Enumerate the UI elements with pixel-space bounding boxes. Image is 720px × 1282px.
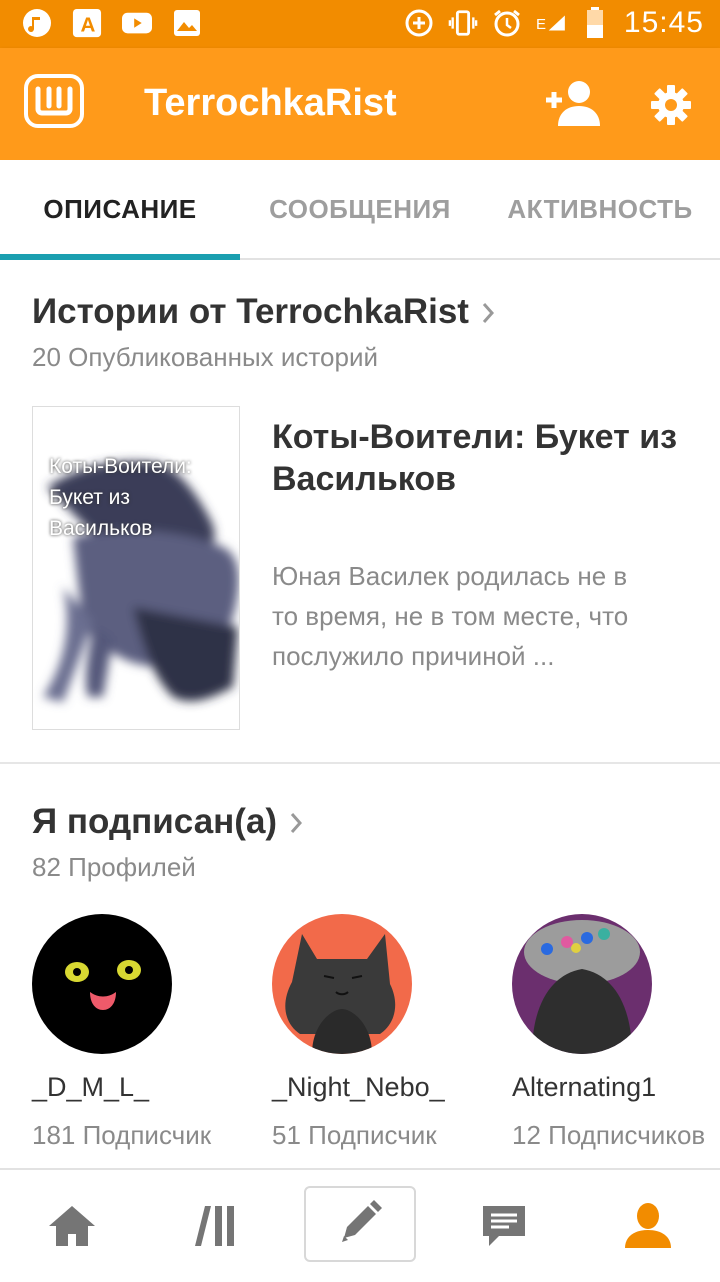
- story-description: Юная Василек родилась не в то время, не …: [272, 561, 629, 671]
- follower-count: 181 Подписчик: [32, 1120, 212, 1150]
- write-button[interactable]: [304, 1186, 416, 1262]
- status-bar: A E 15:45: [0, 0, 720, 48]
- bottom-navigation: [0, 1168, 720, 1282]
- tab-messages[interactable]: СООБЩЕНИЯ: [240, 160, 480, 258]
- story-title[interactable]: Коты-Воители: Букет из Васильков: [272, 416, 692, 500]
- avatar[interactable]: [512, 914, 652, 1054]
- gear-icon[interactable]: [650, 84, 692, 131]
- tab-indicator: [0, 254, 240, 260]
- profile-name: Alternating1: [512, 1072, 657, 1102]
- avatar[interactable]: [32, 914, 172, 1054]
- avatar[interactable]: [272, 914, 412, 1054]
- messages-icon[interactable]: [432, 1170, 576, 1282]
- section-divider: [0, 762, 720, 764]
- profile-card[interactable]: _D_M_L_ 181 Подписчик: [32, 914, 252, 1153]
- add-user-button[interactable]: [544, 80, 602, 131]
- following-header[interactable]: Я подписан(а): [32, 802, 303, 844]
- tab-activity[interactable]: АКТИВНОСТЬ: [480, 160, 720, 258]
- profile-name: _Night_Nebo_: [272, 1072, 445, 1102]
- youtube-icon: [122, 8, 152, 38]
- profile-icon[interactable]: [576, 1170, 720, 1282]
- stories-header[interactable]: Истории от TerrochkaRist: [32, 292, 495, 334]
- alarm-icon: [492, 8, 522, 38]
- follower-count: 51 Подписчик: [272, 1120, 437, 1150]
- following-title: Я подписан(а): [32, 802, 278, 841]
- wattpad-logo-icon[interactable]: [24, 74, 84, 128]
- stories-count: 20 Опубликованных историй: [32, 342, 378, 372]
- chevron-right-icon: [289, 804, 303, 844]
- chevron-right-icon: [481, 294, 495, 334]
- profile-card[interactable]: _Night_Nebo_ 51 Подписчик: [272, 914, 492, 1153]
- profile-card[interactable]: Alternating1 12 Подписчиков: [512, 914, 720, 1153]
- font-app-icon: A: [72, 8, 102, 38]
- stories-title: Истории от TerrochkaRist: [32, 292, 469, 331]
- battery-icon: [580, 7, 610, 38]
- gallery-icon: [172, 8, 202, 38]
- cover-title: Коты-Воители: Букет из Васильков: [49, 455, 192, 540]
- clock: 15:45: [623, 6, 704, 39]
- profile-tabs: ОПИСАНИЕ СООБЩЕНИЯ АКТИВНОСТЬ: [0, 160, 720, 260]
- vibrate-icon: [448, 8, 478, 38]
- follower-count: 12 Подписчиков: [512, 1120, 706, 1150]
- profile-name: _D_M_L_: [32, 1072, 150, 1102]
- library-icon[interactable]: [144, 1170, 288, 1282]
- tab-description[interactable]: ОПИСАНИЕ: [0, 160, 240, 258]
- story-cover[interactable]: Коты-Воители: Букет из Васильков: [32, 406, 240, 730]
- data-saver-icon: [404, 8, 434, 38]
- profile-username: TerrochkaRist: [144, 82, 397, 124]
- svg-text:A: A: [80, 13, 95, 36]
- svg-text:E: E: [536, 16, 546, 33]
- home-icon[interactable]: [0, 1170, 144, 1282]
- signal-icon: E: [536, 8, 566, 38]
- write-icon: [336, 1198, 384, 1251]
- app-bar: TerrochkaRist: [0, 48, 720, 160]
- music-icon: [22, 8, 52, 38]
- following-count: 82 Профилей: [32, 852, 196, 882]
